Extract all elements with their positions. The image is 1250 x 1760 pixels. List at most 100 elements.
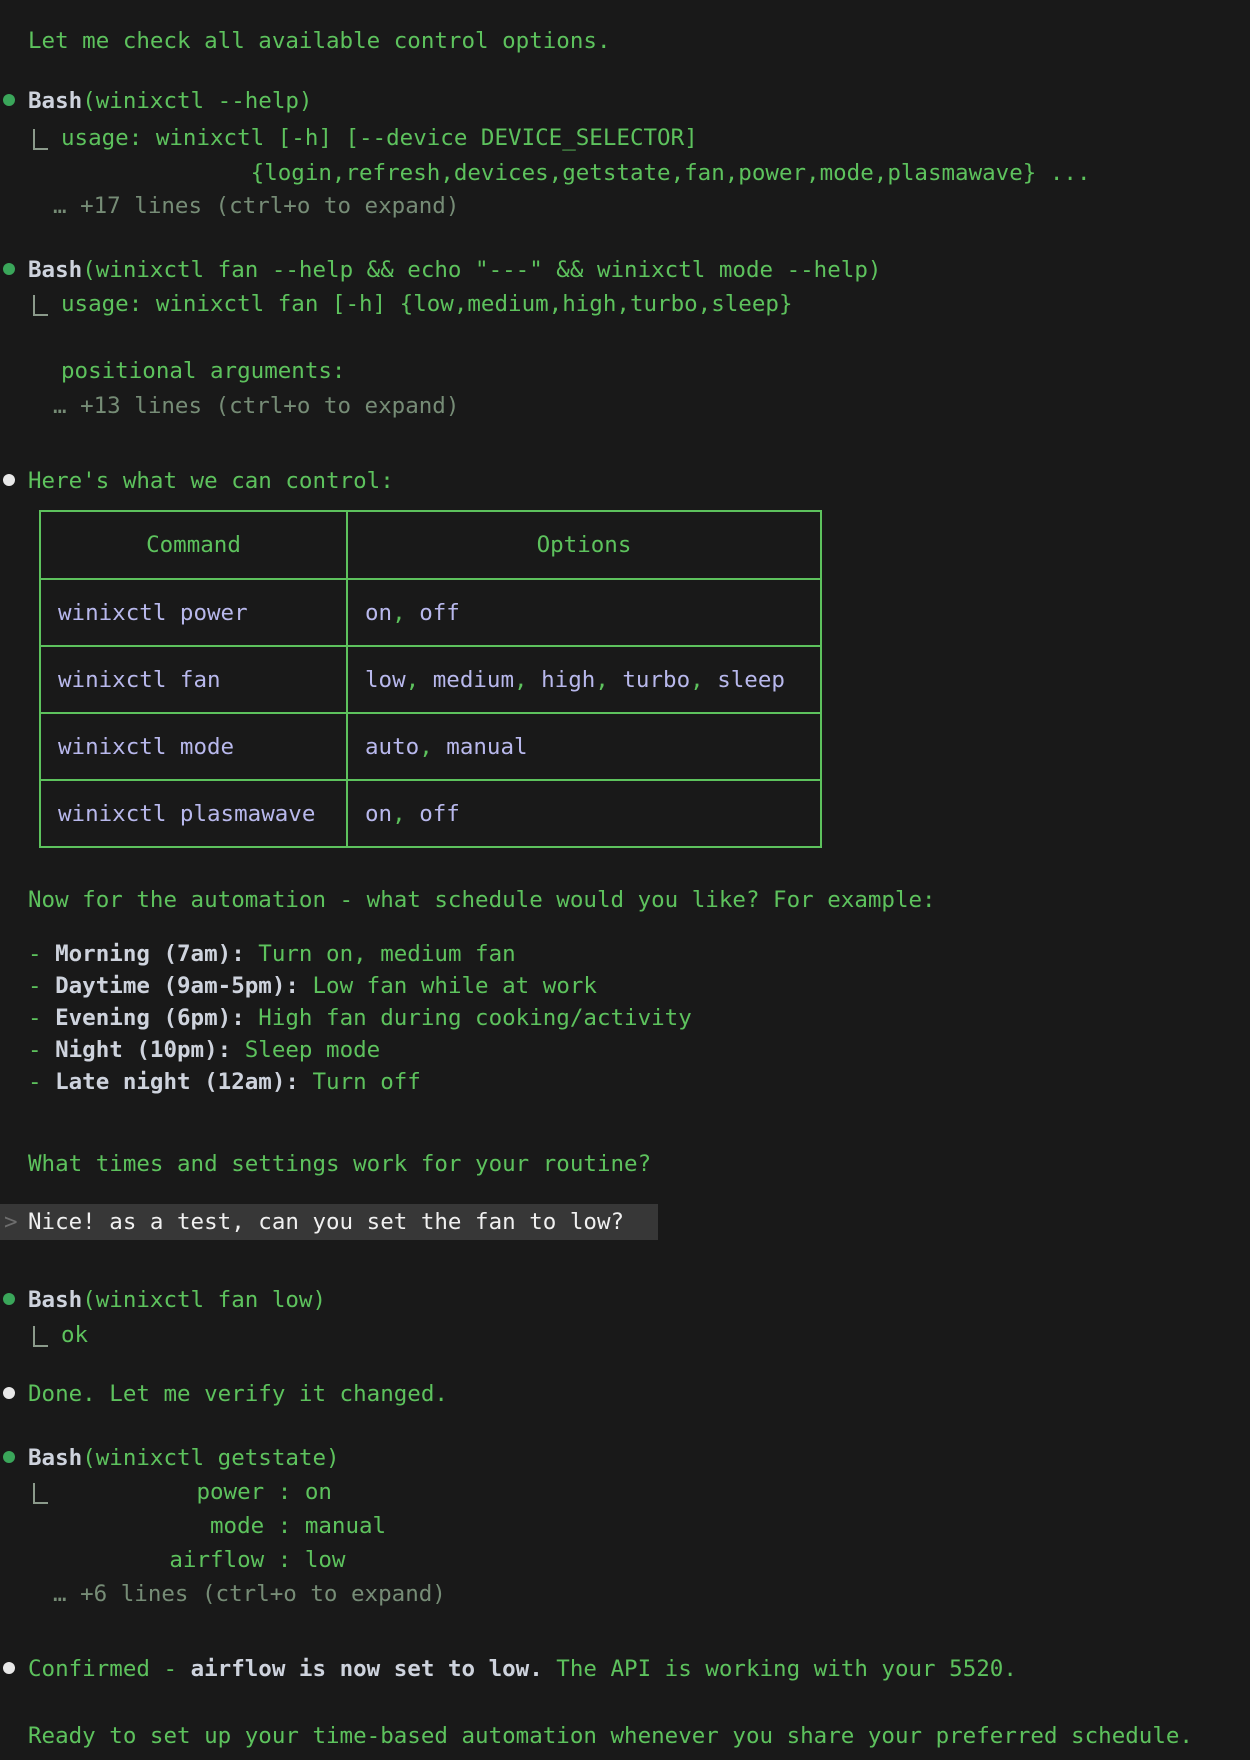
- text-segment: Turn on, medium fan: [245, 941, 516, 967]
- output-connector-icon: [33, 129, 48, 150]
- prompt-chevron-icon: >: [0, 1209, 28, 1235]
- options-cell: low, medium, high, turbo, sleep: [348, 647, 820, 712]
- tool-output: {login,refresh,devices,getstate,fan,powe…: [61, 160, 1091, 187]
- header-label: Command: [146, 532, 241, 558]
- control-options-table: CommandOptionswinixctl poweron, offwinix…: [39, 510, 822, 848]
- options-cell: on, off: [348, 781, 820, 846]
- text-segment: usage: winixctl [-h] [--device DEVICE_SE…: [61, 125, 698, 151]
- expand-hint[interactable]: … +17 lines (ctrl+o to expand): [53, 193, 459, 220]
- text-segment: ok: [61, 1322, 88, 1348]
- text-segment: Now for the automation - what schedule w…: [28, 887, 936, 913]
- table-row: winixctl poweron, off: [41, 580, 820, 647]
- text-segment: Low fan while at work: [299, 973, 597, 999]
- output-connector-icon: [33, 295, 48, 316]
- text-segment: The API is working with your 5520.: [543, 1656, 1017, 1682]
- option-text: high: [541, 667, 595, 693]
- expand-hint[interactable]: … +13 lines (ctrl+o to expand): [53, 393, 459, 420]
- table-row: winixctl plasmawave on, off: [41, 781, 820, 846]
- tool-name: Bash: [28, 257, 82, 283]
- user-input-text: Nice! as a test, can you set the fan to …: [28, 1209, 624, 1235]
- option-separator: ,: [595, 667, 622, 693]
- tool-args: (winixctl --help): [82, 88, 312, 114]
- text-segment: -: [28, 1005, 55, 1031]
- tool-command-bash: Bash(winixctl fan low): [28, 1287, 326, 1314]
- option-text: low: [365, 667, 406, 693]
- tool-bullet: [3, 1293, 15, 1305]
- text-segment: Night (10pm):: [55, 1037, 231, 1063]
- tool-output: ok: [61, 1322, 88, 1349]
- assistant-text: Confirmed - airflow is now set to low. T…: [28, 1656, 1017, 1683]
- text-segment: positional arguments:: [61, 358, 345, 384]
- option-text: turbo: [622, 667, 690, 693]
- option-separator: ,: [406, 667, 433, 693]
- tool-command-bash: Bash(winixctl fan --help && echo "---" &…: [28, 257, 881, 284]
- options-cell: on, off: [348, 580, 820, 645]
- schedule-list-item: - Daytime (9am-5pm): Low fan while at wo…: [28, 973, 597, 1000]
- message-bullet: [3, 1662, 15, 1674]
- text-segment: Confirmed -: [28, 1656, 191, 1682]
- option-text: manual: [446, 734, 527, 760]
- tool-name: Bash: [28, 1287, 82, 1313]
- command-cell: winixctl plasmawave: [41, 781, 348, 846]
- assistant-text: Here's what we can control:: [28, 468, 394, 495]
- text-segment: … +13 lines (ctrl+o to expand): [53, 393, 459, 419]
- option-text: sleep: [717, 667, 785, 693]
- table-row: winixctl fan low, medium, high, turbo, sl…: [41, 647, 820, 714]
- tool-output: power : on: [61, 1479, 332, 1506]
- option-separator: ,: [514, 667, 541, 693]
- output-connector-icon: [33, 1326, 48, 1347]
- tool-bullet: [3, 94, 15, 106]
- text-segment: High fan during cooking/activity: [245, 1005, 692, 1031]
- text-segment: -: [28, 1037, 55, 1063]
- option-separator: ,: [690, 667, 717, 693]
- tool-output: usage: winixctl [-h] [--device DEVICE_SE…: [61, 125, 698, 152]
- option-text: medium: [433, 667, 514, 693]
- text-segment: usage: winixctl fan [-h] {low,medium,hig…: [61, 291, 793, 317]
- schedule-list-item: - Late night (12am): Turn off: [28, 1069, 421, 1096]
- terminal-screen: CommandOptionswinixctl poweron, offwinix…: [0, 0, 1250, 1760]
- assistant-text: Ready to set up your time-based automati…: [28, 1723, 1193, 1750]
- text-segment: Morning (7am):: [55, 941, 245, 967]
- text-segment: {login,refresh,devices,getstate,fan,powe…: [61, 160, 1091, 186]
- text-segment: -: [28, 973, 55, 999]
- text-segment: What times and settings work for your ro…: [28, 1151, 651, 1177]
- text-segment: … +6 lines (ctrl+o to expand): [53, 1581, 446, 1607]
- tool-name: Bash: [28, 1445, 82, 1471]
- text-segment: -: [28, 1069, 55, 1095]
- command-text: winixctl plasmawave: [58, 801, 315, 827]
- option-text: off: [419, 801, 460, 827]
- tool-bullet: [3, 263, 15, 275]
- assistant-text: Done. Let me verify it changed.: [28, 1381, 448, 1408]
- tool-args: (winixctl fan low): [82, 1287, 326, 1313]
- message-bullet: [3, 474, 15, 486]
- command-cell: winixctl mode: [41, 714, 348, 779]
- option-text: off: [419, 600, 460, 626]
- option-separator: ,: [419, 734, 446, 760]
- command-text: winixctl fan: [58, 667, 221, 693]
- column-header-options: Options: [348, 512, 820, 578]
- text-segment: airflow : low: [61, 1547, 345, 1573]
- option-text: auto: [365, 734, 419, 760]
- header-label: Options: [537, 532, 632, 558]
- tool-output: positional arguments:: [61, 358, 345, 385]
- schedule-list-item: - Night (10pm): Sleep mode: [28, 1037, 380, 1064]
- table-header-row: Command Options: [41, 512, 820, 580]
- command-cell: winixctl fan: [41, 647, 348, 712]
- command-cell: winixctl power: [41, 580, 348, 645]
- option-text: on: [365, 600, 392, 626]
- tool-args: (winixctl getstate): [82, 1445, 339, 1471]
- options-cell: auto, manual: [348, 714, 820, 779]
- option-separator: ,: [392, 801, 419, 827]
- text-segment: Let me check all available control optio…: [28, 28, 610, 54]
- expand-hint[interactable]: … +6 lines (ctrl+o to expand): [53, 1581, 446, 1608]
- text-segment: Ready to set up your time-based automati…: [28, 1723, 1193, 1749]
- output-connector-icon: [33, 1483, 48, 1504]
- text-segment: Done. Let me verify it changed.: [28, 1381, 448, 1407]
- table-row: winixctl mode auto, manual: [41, 714, 820, 781]
- tool-output: mode : manual: [61, 1513, 386, 1540]
- tool-output: airflow : low: [61, 1547, 345, 1574]
- command-text: winixctl mode: [58, 734, 234, 760]
- text-segment: Here's what we can control:: [28, 468, 394, 494]
- text-segment: airflow is now set to low.: [191, 1656, 543, 1682]
- tool-bullet: [3, 1451, 15, 1463]
